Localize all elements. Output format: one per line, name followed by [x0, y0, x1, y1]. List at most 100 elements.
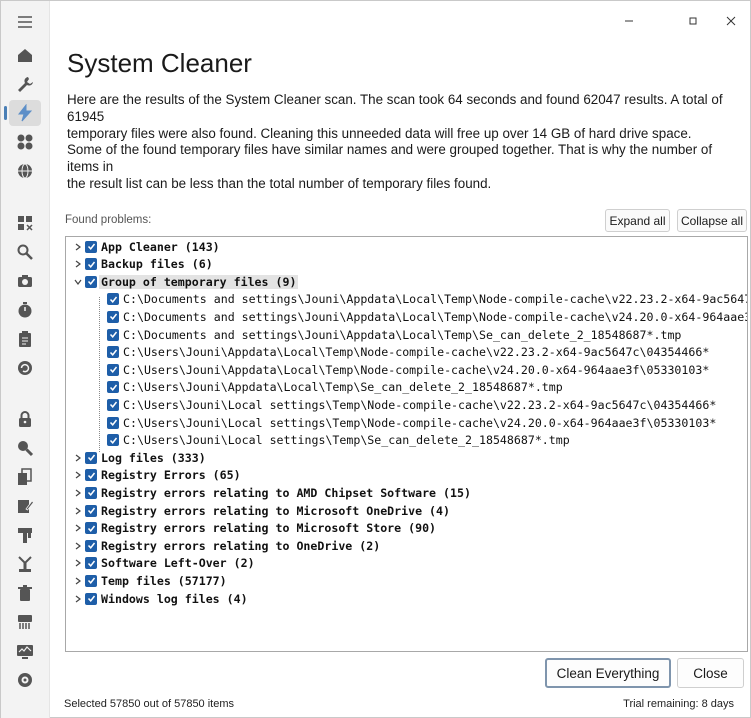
item-checkbox[interactable] [85, 522, 97, 535]
sidebar-item-refresh[interactable] [9, 355, 41, 381]
tree-category-row[interactable]: Backup files (6) [66, 256, 215, 273]
split-icon [18, 528, 32, 543]
tree-category-row[interactable]: Registry errors relating to AMD Chipset … [66, 484, 473, 501]
tree-file-row[interactable]: C:\Users\Jouni\Appdata\Local\Temp\Node-c… [66, 361, 711, 378]
tree-category-row[interactable]: Temp files (57177) [66, 572, 229, 589]
item-checkbox[interactable] [85, 504, 97, 517]
maximize-button[interactable] [679, 9, 707, 33]
item-checkbox[interactable] [85, 275, 97, 288]
sidebar-item-grid[interactable] [9, 210, 41, 236]
item-checkbox[interactable] [107, 310, 119, 323]
close-icon [726, 16, 736, 26]
item-checkbox[interactable] [85, 557, 97, 570]
problems-tree[interactable]: App Cleaner (143) Backup files (6) Group o… [65, 236, 748, 652]
item-checkbox[interactable] [107, 398, 119, 411]
monitor-icon [17, 645, 33, 659]
sidebar-item-timer[interactable] [9, 297, 41, 323]
tree-category-row[interactable]: Log files (333) [66, 449, 208, 466]
sidebar-item-copy[interactable] [9, 464, 41, 490]
tree-file-row[interactable]: C:\Users\Jouni\Local settings\Temp\Node-… [66, 414, 718, 431]
sidebar-item-lock[interactable] [9, 406, 41, 432]
sidebar-item-restore[interactable] [9, 667, 41, 693]
chevron-right-icon[interactable] [71, 467, 85, 484]
sidebar-item-shredder[interactable] [9, 609, 41, 635]
tree-item-label: C:\Documents and settings\Jouni\Appdata\… [123, 327, 682, 342]
tree-category-row[interactable]: Registry errors relating to Microsoft St… [66, 520, 438, 537]
found-problems-label: Found problems: [65, 214, 152, 226]
chevron-right-icon[interactable] [71, 555, 85, 572]
scan-summary-line-2: temporary files were also found. Cleanin… [67, 126, 692, 141]
sidebar-item-trash[interactable] [9, 580, 41, 606]
item-checkbox[interactable] [107, 328, 119, 341]
sidebar-item-apps[interactable] [9, 129, 41, 155]
tree-file-row[interactable]: C:\Documents and settings\Jouni\Appdata\… [66, 308, 748, 325]
sidebar-item-search[interactable] [9, 239, 41, 265]
item-checkbox[interactable] [85, 574, 97, 587]
chevron-right-icon[interactable] [71, 537, 85, 554]
tree-file-row[interactable]: C:\Users\Jouni\Local settings\Temp\Se_ca… [66, 432, 572, 449]
tree-category-row[interactable]: App Cleaner (143) [66, 238, 222, 255]
scan-summary: Here are the results of the System Clean… [67, 91, 737, 142]
close-button[interactable]: Close [677, 658, 744, 688]
close-window-button[interactable] [717, 9, 745, 33]
collapse-all-button[interactable]: Collapse all [677, 209, 747, 232]
minimize-button[interactable] [615, 9, 643, 33]
tree-file-row[interactable]: C:\Users\Jouni\Appdata\Local\Temp\Se_can… [66, 379, 565, 396]
sidebar-item-split[interactable] [9, 522, 41, 548]
chevron-down-icon[interactable] [71, 273, 85, 290]
item-checkbox[interactable] [85, 592, 97, 605]
item-checkbox[interactable] [107, 434, 119, 447]
chevron-right-icon[interactable] [71, 520, 85, 537]
item-checkbox[interactable] [85, 258, 97, 271]
chevron-right-icon[interactable] [71, 449, 85, 466]
sidebar-item-monitor[interactable] [9, 638, 41, 664]
expand-all-button[interactable]: Expand all [605, 209, 670, 232]
sidebar-item-magnify[interactable] [9, 435, 41, 461]
tree-category-row[interactable]: Windows log files (4) [66, 590, 250, 607]
item-checkbox[interactable] [107, 381, 119, 394]
sidebar-item-wrench[interactable] [9, 71, 41, 97]
item-checkbox[interactable] [85, 539, 97, 552]
item-checkbox[interactable] [107, 416, 119, 429]
sidebar-item-merge[interactable] [9, 551, 41, 577]
tree-category-row[interactable]: Registry errors relating to Microsoft On… [66, 502, 452, 519]
item-checkbox[interactable] [85, 451, 97, 464]
chevron-right-icon[interactable] [71, 572, 85, 589]
chevron-right-icon[interactable] [71, 590, 85, 607]
sidebar-item-menu[interactable] [9, 9, 41, 35]
tree-file-row[interactable]: C:\Users\Jouni\Appdata\Local\Temp\Node-c… [66, 344, 711, 361]
sidebar-item-camera[interactable] [9, 268, 41, 294]
item-checkbox[interactable] [107, 363, 119, 376]
grouping-note-line-2: the result list can be less than the tot… [67, 176, 492, 191]
item-checkbox[interactable] [85, 240, 97, 253]
sidebar-item-globe[interactable] [9, 158, 41, 184]
tree-file-row[interactable]: C:\Users\Jouni\Local settings\Temp\Node-… [66, 396, 718, 413]
item-checkbox[interactable] [85, 469, 97, 482]
tree-file-row[interactable]: C:\Documents and settings\Jouni\Appdata\… [66, 291, 747, 308]
copy-icon [18, 468, 32, 485]
tree-category-row[interactable]: Software Left-Over (2) [66, 555, 257, 572]
restore-icon [18, 673, 32, 687]
chevron-right-icon[interactable] [71, 238, 85, 255]
sidebar-item-home[interactable] [9, 42, 41, 68]
chevron-right-icon[interactable] [71, 484, 85, 501]
item-checkbox[interactable] [107, 346, 119, 359]
tree-category-row[interactable]: Registry Errors (65) [66, 467, 243, 484]
sidebar-item-lightning[interactable] [4, 100, 41, 126]
sidebar-item-clipboard[interactable] [9, 326, 41, 352]
chevron-right-icon[interactable] [71, 256, 85, 273]
minimize-icon [625, 20, 633, 22]
search-icon [17, 244, 33, 260]
app-window: System Cleaner Here are the results of t… [0, 0, 751, 718]
tree-category-row[interactable]: Group of temporary files (9) [66, 273, 299, 290]
tree-file-row[interactable]: C:\Documents and settings\Jouni\Appdata\… [66, 326, 683, 343]
chevron-right-icon[interactable] [71, 502, 85, 519]
sidebar-item-edit[interactable] [9, 493, 41, 519]
tree-item-label: C:\Documents and settings\Jouni\Appdata\… [123, 309, 748, 324]
tree-category-row[interactable]: Registry errors relating to OneDrive (2) [66, 537, 382, 554]
clean-everything-button[interactable]: Clean Everything [545, 658, 671, 688]
globe-icon [18, 163, 32, 179]
item-checkbox[interactable] [107, 293, 119, 306]
edit-icon [18, 500, 34, 513]
item-checkbox[interactable] [85, 486, 97, 499]
